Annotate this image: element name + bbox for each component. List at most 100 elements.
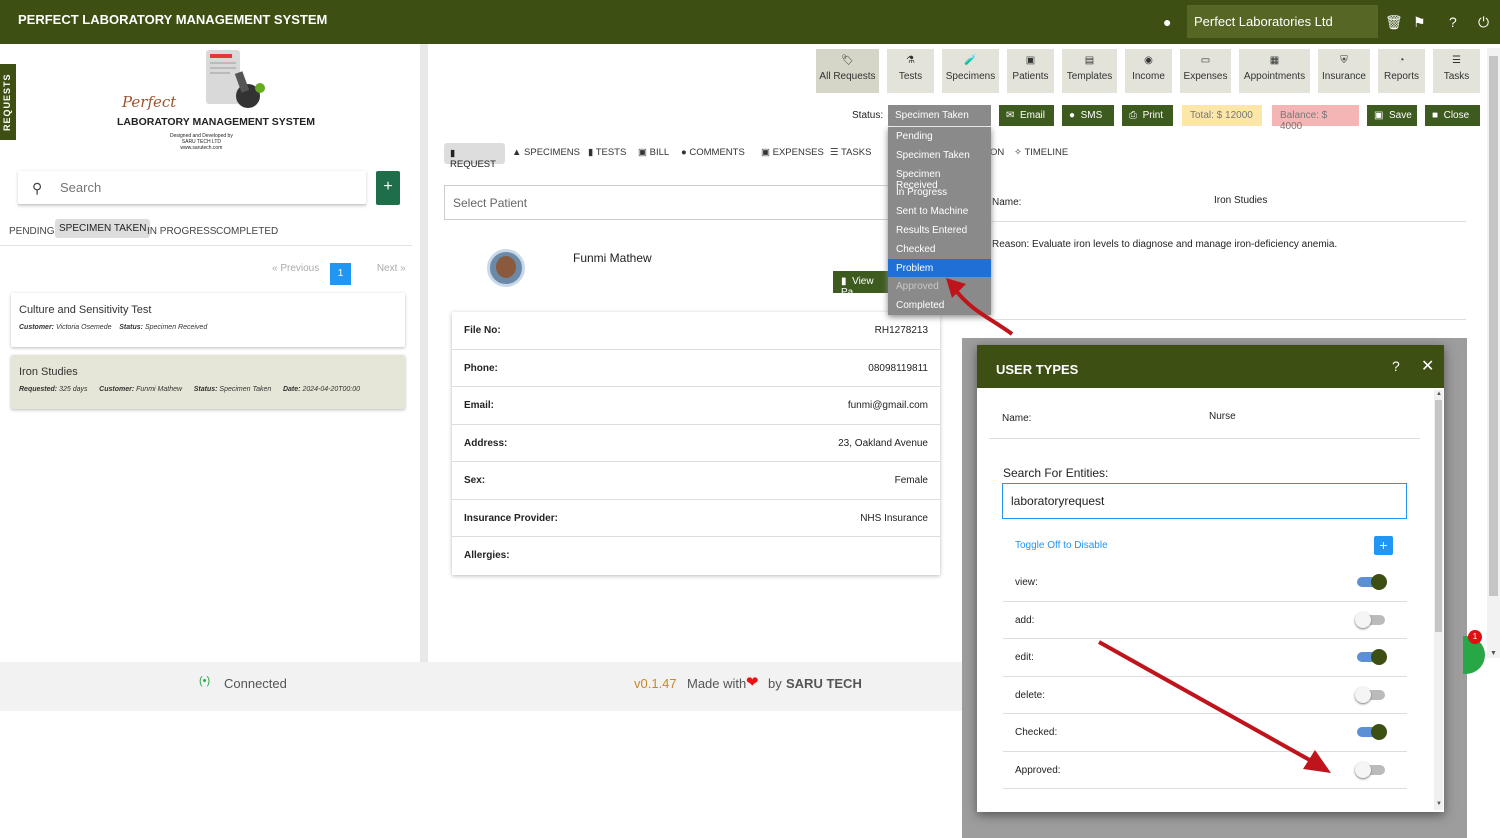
add-entity-button[interactable]: +: [1374, 536, 1393, 555]
requests-side-tab[interactable]: REQUESTS: [0, 64, 16, 140]
nav-expenses[interactable]: ▭ Expenses: [1180, 49, 1231, 93]
close-button[interactable]: ■ Close: [1425, 105, 1480, 126]
scroll-up-icon[interactable]: ▲: [1436, 391, 1442, 397]
flag-icon[interactable]: ⚑: [1413, 14, 1426, 31]
detail-row: Address: 23, Oakland Avenue: [452, 425, 940, 462]
meta-key: Customer:: [19, 324, 55, 331]
test-name-key: Name:: [992, 197, 1022, 208]
request-card-selected[interactable]: Iron Studies Requested: 325 days Custome…: [11, 355, 405, 409]
nav-label: Tests: [898, 71, 923, 82]
trash-icon[interactable]: 🗑: [1385, 14, 1403, 31]
status-option[interactable]: Results Entered: [888, 221, 991, 240]
status-option[interactable]: Completed: [888, 296, 991, 315]
tab-partial[interactable]: ON: [990, 147, 1004, 158]
nav-insurance[interactable]: ⛨ Insurance: [1318, 49, 1370, 93]
patient-details-card: File No: RH1278213 Phone: 08098119811 Emai…: [452, 312, 940, 575]
tab-specimens[interactable]: ▲ SPECIMENS: [512, 147, 580, 158]
nav-patients[interactable]: ▣ Patients: [1007, 49, 1054, 93]
status-option[interactable]: Checked: [888, 240, 991, 259]
detail-value: 08098119811: [868, 362, 928, 374]
nav-templates[interactable]: ▤ Templates: [1062, 49, 1117, 93]
permission-toggle[interactable]: [1355, 686, 1385, 703]
detail-value: RH1278213: [874, 325, 928, 336]
tab-in-progress[interactable]: IN PROGRESS: [143, 224, 220, 239]
sms-button[interactable]: ● SMS: [1062, 105, 1114, 126]
permission-toggle[interactable]: [1355, 611, 1385, 628]
tab-bill[interactable]: ▣ BILL: [638, 147, 669, 158]
page-1-button[interactable]: 1: [330, 263, 351, 285]
meta-value: Specimen Received: [144, 324, 208, 331]
power-icon[interactable]: ⏻: [1478, 14, 1489, 31]
select-patient-field[interactable]: Select Patient: [444, 185, 910, 220]
next-page-link[interactable]: Next »: [377, 263, 406, 274]
panel-divider[interactable]: [420, 44, 428, 662]
pie-chart-icon: ◔: [1398, 55, 1405, 66]
nav-reports[interactable]: ◔ Reports: [1378, 49, 1425, 93]
scroll-down-icon[interactable]: ▼: [1490, 650, 1497, 657]
company-name[interactable]: Perfect Laboratories Ltd: [1187, 5, 1378, 38]
toggle-knob: [1371, 574, 1387, 590]
card-title: Iron Studies: [19, 366, 78, 378]
list-icon: ☰: [1452, 55, 1461, 66]
tab-expenses[interactable]: ▣ EXPENSES: [761, 147, 824, 158]
nav-tests[interactable]: ⚗ Tests: [887, 49, 934, 93]
help-icon[interactable]: ?: [1449, 14, 1457, 30]
scroll-down-icon[interactable]: ▼: [1436, 801, 1442, 807]
prev-page-link[interactable]: « Previous: [272, 263, 319, 274]
close-icon[interactable]: ✕: [1421, 356, 1434, 376]
lock-icon: ■: [1432, 110, 1439, 121]
permission-toggle[interactable]: [1357, 649, 1387, 665]
status-option[interactable]: Problem: [888, 258, 991, 278]
toggle-knob: [1355, 611, 1371, 628]
nav-appointments[interactable]: ▦ Appointments: [1239, 49, 1310, 93]
tab-pending[interactable]: PENDING: [5, 224, 59, 239]
nav-specimens[interactable]: 🧪 Specimens: [942, 49, 999, 93]
tab-specimen-taken[interactable]: SPECIMEN TAKEN: [55, 219, 151, 238]
meta-value: Funmi Mathew: [136, 386, 183, 393]
status-option[interactable]: Specimen Taken: [888, 146, 991, 165]
user-icon[interactable]: ●: [1163, 14, 1171, 30]
meta-key: Date:: [282, 386, 301, 393]
detail-key: File No:: [464, 325, 501, 336]
permission-toggle[interactable]: [1357, 724, 1387, 740]
search-input[interactable]: [60, 180, 350, 195]
status-dropdown[interactable]: Pending Specimen Taken Specimen Received In…: [888, 127, 991, 315]
view-patient-button[interactable]: ▮ View Pa: [833, 271, 890, 298]
entity-search-label: Search For Entities:: [1003, 466, 1109, 480]
permission-label: view:: [1015, 577, 1038, 588]
card-meta: Customer: Victoria Osemede Status: Speci…: [19, 324, 397, 331]
status-label: Status:: [852, 110, 884, 121]
modal-scrollbar-thumb[interactable]: [1435, 400, 1442, 632]
print-button[interactable]: ⎙ Print: [1122, 105, 1173, 126]
permission-toggle[interactable]: [1357, 574, 1387, 590]
status-option[interactable]: Pending: [888, 127, 991, 146]
nav-label: Tasks: [1443, 71, 1470, 82]
nav-income[interactable]: ◉ Income: [1125, 49, 1172, 93]
toggle-knob: [1355, 761, 1371, 778]
add-request-button[interactable]: +: [376, 171, 400, 205]
tab-timeline[interactable]: ✧ TIMELINE: [1014, 147, 1068, 158]
request-search[interactable]: [18, 171, 366, 205]
page-scrollbar-thumb[interactable]: [1489, 56, 1498, 596]
nav-tasks[interactable]: ☰ Tasks: [1433, 49, 1480, 93]
entity-search-input[interactable]: [1002, 483, 1407, 519]
card-meta: Requested: 325 days Customer: Funmi Math…: [19, 386, 397, 393]
permission-toggle[interactable]: [1355, 761, 1385, 778]
specimen-icon: ▲: [512, 147, 522, 158]
by-text: by: [768, 676, 782, 691]
nav-all-requests[interactable]: 🏷 All Requests: [816, 49, 879, 93]
tab-comments[interactable]: ● COMMENTS: [681, 147, 745, 158]
button-label: SMS: [1080, 110, 1103, 121]
tab-tasks[interactable]: ☰ TASKS: [830, 147, 871, 158]
email-button[interactable]: ✉ Email: [999, 105, 1054, 126]
status-select[interactable]: Specimen Taken: [888, 105, 991, 126]
request-card[interactable]: Culture and Sensitivity Test Customer: V…: [11, 293, 405, 347]
help-icon[interactable]: ?: [1392, 358, 1400, 374]
status-option[interactable]: Specimen Received: [888, 165, 991, 191]
save-button[interactable]: ▣ Save: [1367, 105, 1417, 126]
tab-completed[interactable]: COMPLETED: [212, 224, 282, 239]
status-option[interactable]: Sent to Machine: [888, 202, 991, 221]
tab-tests[interactable]: ▮ TESTS: [588, 147, 626, 158]
tab-request[interactable]: ▮ REQUEST: [444, 143, 505, 170]
meta-value: 2024-04-20T00:00: [302, 386, 361, 393]
